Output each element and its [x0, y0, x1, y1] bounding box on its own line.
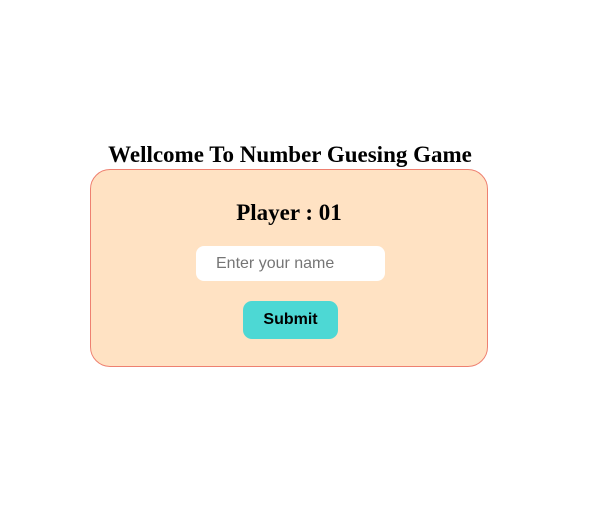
- page-title: Wellcome To Number Guesing Game: [108, 142, 472, 167]
- page: Wellcome To Number Guesing Game Player :…: [0, 0, 598, 523]
- submit-button[interactable]: Submit: [243, 301, 338, 339]
- player-card: Player : 01 Submit: [90, 169, 488, 367]
- name-input[interactable]: [196, 246, 385, 281]
- player-label: Player : 01: [236, 200, 342, 225]
